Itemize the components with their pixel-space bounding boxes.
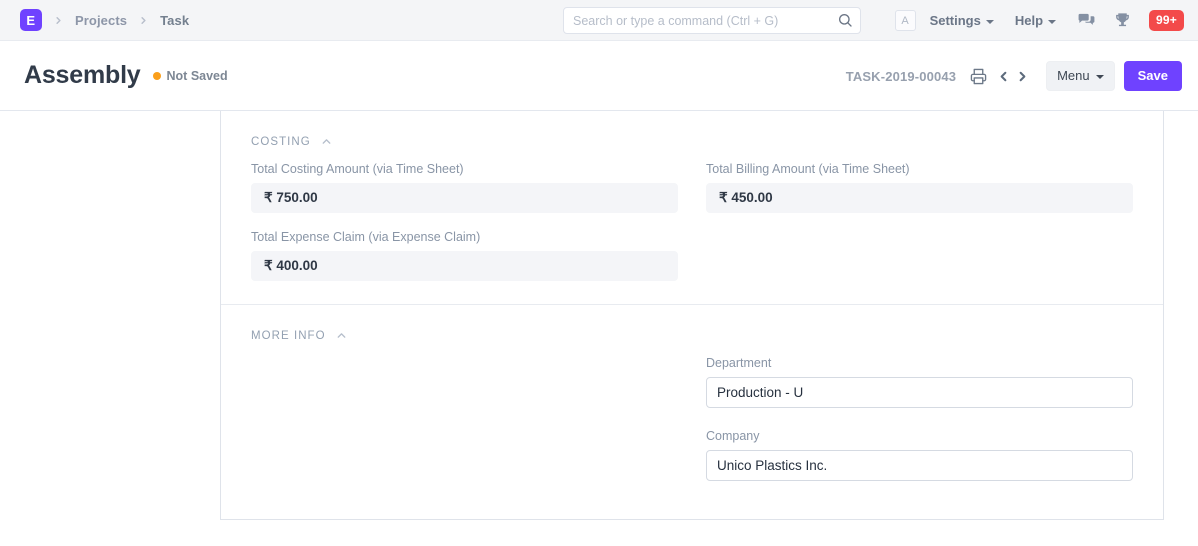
help-label: Help: [1015, 13, 1043, 28]
menu-label: Menu: [1057, 68, 1090, 83]
section-header-more-info[interactable]: MORE INFO: [251, 305, 1133, 356]
print-icon[interactable]: [970, 68, 987, 85]
label-department: Department: [706, 356, 1133, 370]
company-input[interactable]: [706, 450, 1133, 481]
status-badge: Not Saved: [153, 69, 228, 83]
top-navbar: E Projects Task A Settings Help: [0, 0, 1198, 41]
value-total-billing-amount: ₹ 450.00: [706, 183, 1133, 213]
document-titlebar: Assembly Not Saved TASK-2019-00043 Menu …: [0, 41, 1198, 111]
section-costing: COSTING Total Costing Amount (via Time S…: [221, 111, 1163, 304]
comments-icon[interactable]: [1077, 11, 1096, 30]
app-logo-icon[interactable]: E: [20, 9, 42, 31]
breadcrumb: E Projects Task: [20, 9, 189, 31]
section-title-more-info: MORE INFO: [251, 330, 326, 342]
status-label: Not Saved: [167, 69, 228, 83]
value-total-expense-claim: ₹ 400.00: [251, 251, 678, 281]
titlebar-actions: TASK-2019-00043 Menu Save: [846, 41, 1182, 111]
next-document-button[interactable]: [1013, 69, 1032, 84]
section-title-costing: COSTING: [251, 136, 311, 148]
settings-label: Settings: [930, 13, 981, 28]
field-department: Department: [706, 356, 1133, 408]
chevron-up-icon-more-info[interactable]: [335, 329, 348, 342]
label-total-costing-amount: Total Costing Amount (via Time Sheet): [251, 162, 678, 176]
form-card: COSTING Total Costing Amount (via Time S…: [220, 111, 1164, 520]
section-more-info: MORE INFO Department Company: [221, 304, 1163, 516]
search-input[interactable]: [563, 7, 861, 34]
page-title: Assembly: [24, 61, 141, 90]
settings-menu[interactable]: Settings: [930, 13, 994, 28]
chevron-down-icon-menu: [1096, 75, 1104, 79]
costing-col-right-1: Total Billing Amount (via Time Sheet) ₹ …: [706, 162, 1133, 230]
breadcrumb-projects[interactable]: Projects: [75, 13, 127, 28]
department-input[interactable]: [706, 377, 1133, 408]
avatar[interactable]: A: [895, 10, 916, 31]
chevron-down-icon-2: [1048, 20, 1056, 24]
previous-document-button[interactable]: [994, 69, 1013, 84]
costing-col-left-1: Total Costing Amount (via Time Sheet) ₹ …: [251, 162, 678, 230]
save-button[interactable]: Save: [1124, 61, 1182, 91]
label-total-expense-claim: Total Expense Claim (via Expense Claim): [251, 230, 678, 244]
label-company: Company: [706, 429, 1133, 443]
value-total-costing-amount: ₹ 750.00: [251, 183, 678, 213]
field-total-expense-claim: Total Expense Claim (via Expense Claim) …: [251, 230, 678, 281]
trophy-icon[interactable]: [1114, 12, 1131, 29]
navbar-actions: A Settings Help 99+: [895, 0, 1184, 41]
costing-row-2: Total Expense Claim (via Expense Claim) …: [251, 230, 1133, 304]
chevron-down-icon: [986, 20, 994, 24]
chevron-right-icon-2: [127, 15, 160, 26]
menu-button[interactable]: Menu: [1046, 61, 1115, 91]
field-company: Company: [706, 429, 1133, 481]
field-total-billing-amount: Total Billing Amount (via Time Sheet) ₹ …: [706, 162, 1133, 213]
more-info-col-right: Department Company: [706, 356, 1133, 498]
chevron-right-icon: [42, 15, 75, 26]
global-search[interactable]: [563, 7, 861, 34]
help-menu[interactable]: Help: [1015, 13, 1056, 28]
more-info-row: Department Company: [251, 356, 1133, 516]
breadcrumb-task[interactable]: Task: [160, 13, 189, 28]
field-total-costing-amount: Total Costing Amount (via Time Sheet) ₹ …: [251, 162, 678, 213]
label-total-billing-amount: Total Billing Amount (via Time Sheet): [706, 162, 1133, 176]
notification-badge[interactable]: 99+: [1149, 10, 1184, 31]
page-body: COSTING Total Costing Amount (via Time S…: [0, 111, 1198, 545]
costing-col-left-2: Total Expense Claim (via Expense Claim) …: [251, 230, 678, 298]
costing-col-right-2: [706, 230, 1133, 298]
more-info-col-left: [251, 356, 678, 498]
costing-row-1: Total Costing Amount (via Time Sheet) ₹ …: [251, 162, 1133, 230]
section-header-costing[interactable]: COSTING: [251, 111, 1133, 162]
status-dot-icon: [153, 72, 161, 80]
search-icon[interactable]: [837, 12, 853, 28]
chevron-up-icon-costing[interactable]: [320, 135, 333, 148]
document-id: TASK-2019-00043: [846, 69, 956, 84]
